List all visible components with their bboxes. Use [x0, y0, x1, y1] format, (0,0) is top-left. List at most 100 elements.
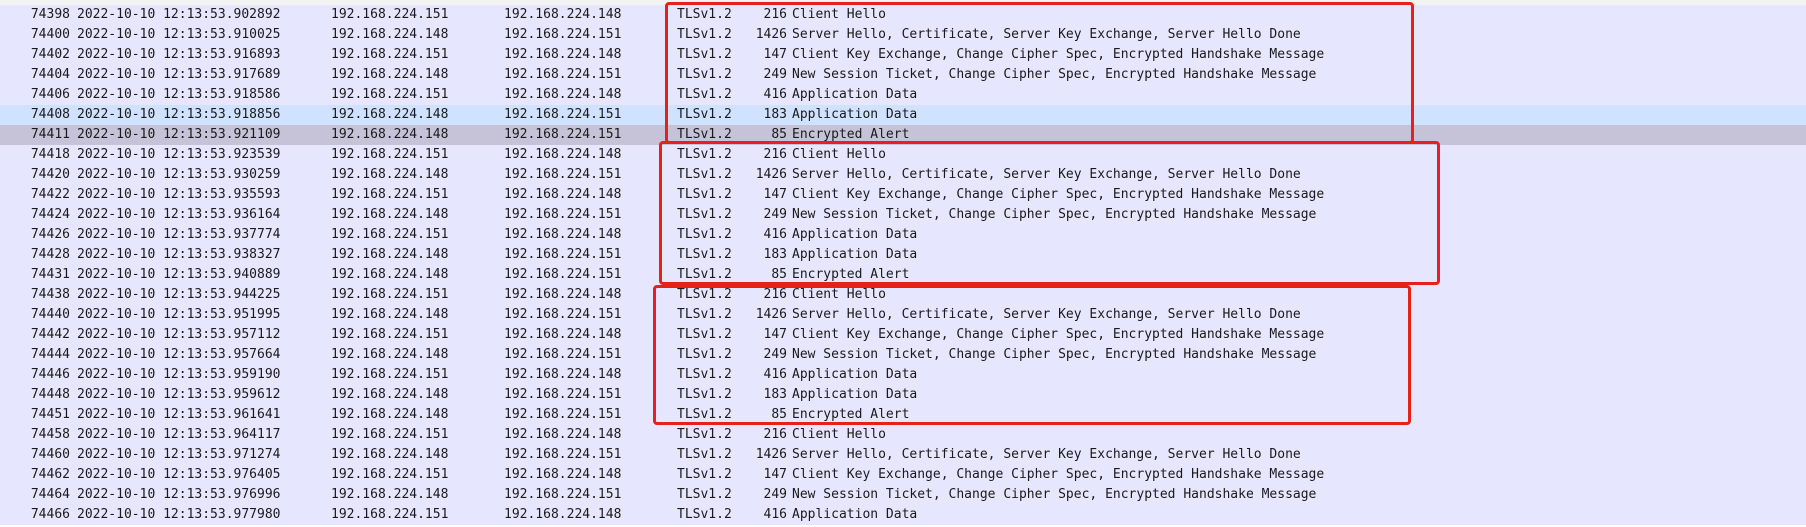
packet-time: 2022-10-10 12:13:53.964117 — [77, 427, 281, 442]
packet-destination: 192.168.224.151 — [504, 307, 622, 322]
packet-time: 2022-10-10 12:13:53.971274 — [77, 447, 281, 462]
packet-time: 2022-10-10 12:13:53.977980 — [77, 507, 281, 522]
packet-row[interactable]: 74398 2022-10-10 12:13:53.902892 192.168.2… — [0, 5, 1806, 25]
packet-row[interactable]: 74440 2022-10-10 12:13:53.951995 192.168.2… — [0, 305, 1806, 325]
packet-row[interactable]: 74460 2022-10-10 12:13:53.971274 192.168.2… — [0, 445, 1806, 465]
packet-protocol: TLSv1.2 — [677, 287, 732, 302]
packet-row[interactable]: 74451 2022-10-10 12:13:53.961641 192.168.2… — [0, 405, 1806, 425]
packet-info: New Session Ticket, Change Cipher Spec, … — [792, 207, 1317, 222]
packet-length: 147 — [763, 327, 787, 342]
packet-row[interactable]: 74466 2022-10-10 12:13:53.977980 192.168.2… — [0, 505, 1806, 525]
packet-length: 249 — [763, 207, 787, 222]
packet-row[interactable]: 74408 2022-10-10 12:13:53.918856 192.168.2… — [0, 105, 1806, 125]
packet-time: 2022-10-10 12:13:53.976996 — [77, 487, 281, 502]
packet-protocol: TLSv1.2 — [677, 87, 732, 102]
packet-info: Client Hello — [792, 427, 886, 442]
packet-row[interactable]: 74402 2022-10-10 12:13:53.916893 192.168.2… — [0, 45, 1806, 65]
packet-row[interactable]: 74444 2022-10-10 12:13:53.957664 192.168.2… — [0, 345, 1806, 365]
packet-number: 74446 — [30, 367, 70, 382]
packet-source: 192.168.224.151 — [331, 227, 449, 242]
packet-number: 74460 — [30, 447, 70, 462]
packet-row[interactable]: 74438 2022-10-10 12:13:53.944225 192.168.2… — [0, 285, 1806, 305]
packet-row[interactable]: 74448 2022-10-10 12:13:53.959612 192.168.2… — [0, 385, 1806, 405]
packet-info: Encrypted Alert — [792, 127, 910, 142]
packet-source: 192.168.224.151 — [331, 467, 449, 482]
packet-length: 147 — [763, 47, 787, 62]
packet-protocol: TLSv1.2 — [677, 107, 732, 122]
packet-number: 74438 — [30, 287, 70, 302]
packet-number: 74466 — [30, 507, 70, 522]
packet-number: 74462 — [30, 467, 70, 482]
packet-source: 192.168.224.148 — [331, 167, 449, 182]
packet-number: 74458 — [30, 427, 70, 442]
packet-protocol: TLSv1.2 — [677, 127, 732, 142]
packet-source: 192.168.224.148 — [331, 247, 449, 262]
packet-source: 192.168.224.148 — [331, 67, 449, 82]
packet-protocol: TLSv1.2 — [677, 347, 732, 362]
packet-time: 2022-10-10 12:13:53.923539 — [77, 147, 281, 162]
packet-length: 183 — [763, 107, 787, 122]
packet-time: 2022-10-10 12:13:53.937774 — [77, 227, 281, 242]
packet-info: Application Data — [792, 227, 918, 242]
packet-number: 74428 — [30, 247, 70, 262]
packet-length: 216 — [763, 427, 787, 442]
packet-info: Application Data — [792, 507, 918, 522]
packet-row[interactable]: 74426 2022-10-10 12:13:53.937774 192.168.2… — [0, 225, 1806, 245]
packet-time: 2022-10-10 12:13:53.957664 — [77, 347, 281, 362]
packet-protocol: TLSv1.2 — [677, 147, 732, 162]
packet-info: New Session Ticket, Change Cipher Spec, … — [792, 347, 1317, 362]
packet-destination: 192.168.224.148 — [504, 467, 622, 482]
packet-destination: 192.168.224.151 — [504, 207, 622, 222]
packet-protocol: TLSv1.2 — [677, 507, 732, 522]
packet-length: 416 — [763, 87, 787, 102]
packet-time: 2022-10-10 12:13:53.976405 — [77, 467, 281, 482]
packet-source: 192.168.224.151 — [331, 7, 449, 22]
packet-source: 192.168.224.151 — [331, 327, 449, 342]
packet-number: 74444 — [30, 347, 70, 362]
packet-time: 2022-10-10 12:13:53.936164 — [77, 207, 281, 222]
packet-list-viewport: 74398 2022-10-10 12:13:53.902892 192.168.2… — [0, 0, 1806, 527]
packet-source: 192.168.224.151 — [331, 187, 449, 202]
packet-source: 192.168.224.151 — [331, 147, 449, 162]
packet-info: Client Hello — [792, 147, 886, 162]
packet-protocol: TLSv1.2 — [677, 227, 732, 242]
packet-row[interactable]: 74442 2022-10-10 12:13:53.957112 192.168.2… — [0, 325, 1806, 345]
packet-row[interactable]: 74411 2022-10-10 12:13:53.921109 192.168.2… — [0, 125, 1806, 145]
packet-number: 74448 — [30, 387, 70, 402]
packet-source: 192.168.224.148 — [331, 347, 449, 362]
packet-info: Client Key Exchange, Change Cipher Spec,… — [792, 327, 1325, 342]
packet-number: 74451 — [30, 407, 70, 422]
packet-row[interactable]: 74458 2022-10-10 12:13:53.964117 192.168.2… — [0, 425, 1806, 445]
packet-info: Server Hello, Certificate, Server Key Ex… — [792, 27, 1301, 42]
packet-time: 2022-10-10 12:13:53.957112 — [77, 327, 281, 342]
packet-source: 192.168.224.148 — [331, 407, 449, 422]
packet-length: 1426 — [755, 307, 787, 322]
packet-destination: 192.168.224.148 — [504, 187, 622, 202]
packet-row[interactable]: 74418 2022-10-10 12:13:53.923539 192.168.2… — [0, 145, 1806, 165]
packet-destination: 192.168.224.148 — [504, 427, 622, 442]
packet-row[interactable]: 74462 2022-10-10 12:13:53.976405 192.168.2… — [0, 465, 1806, 485]
packet-row[interactable]: 74400 2022-10-10 12:13:53.910025 192.168.2… — [0, 25, 1806, 45]
packet-time: 2022-10-10 12:13:53.930259 — [77, 167, 281, 182]
packet-row[interactable]: 74422 2022-10-10 12:13:53.935593 192.168.2… — [0, 185, 1806, 205]
packet-length: 85 — [771, 407, 787, 422]
packet-row[interactable]: 74431 2022-10-10 12:13:53.940889 192.168.2… — [0, 265, 1806, 285]
packet-row[interactable]: 74464 2022-10-10 12:13:53.976996 192.168.2… — [0, 485, 1806, 505]
packet-destination: 192.168.224.148 — [504, 227, 622, 242]
packet-row[interactable]: 74404 2022-10-10 12:13:53.917689 192.168.2… — [0, 65, 1806, 85]
packet-row[interactable]: 74420 2022-10-10 12:13:53.930259 192.168.2… — [0, 165, 1806, 185]
packet-destination: 192.168.224.151 — [504, 407, 622, 422]
packet-number: 74431 — [30, 267, 70, 282]
packet-row[interactable]: 74406 2022-10-10 12:13:53.918586 192.168.2… — [0, 85, 1806, 105]
packet-row[interactable]: 74446 2022-10-10 12:13:53.959190 192.168.2… — [0, 365, 1806, 385]
packet-list[interactable]: 74398 2022-10-10 12:13:53.902892 192.168.2… — [0, 5, 1806, 525]
packet-destination: 192.168.224.151 — [504, 67, 622, 82]
packet-protocol: TLSv1.2 — [677, 427, 732, 442]
packet-row[interactable]: 74428 2022-10-10 12:13:53.938327 192.168.2… — [0, 245, 1806, 265]
packet-row[interactable]: 74424 2022-10-10 12:13:53.936164 192.168.2… — [0, 205, 1806, 225]
packet-destination: 192.168.224.151 — [504, 127, 622, 142]
packet-protocol: TLSv1.2 — [677, 367, 732, 382]
packet-destination: 192.168.224.148 — [504, 367, 622, 382]
packet-time: 2022-10-10 12:13:53.917689 — [77, 67, 281, 82]
packet-destination: 192.168.224.151 — [504, 167, 622, 182]
